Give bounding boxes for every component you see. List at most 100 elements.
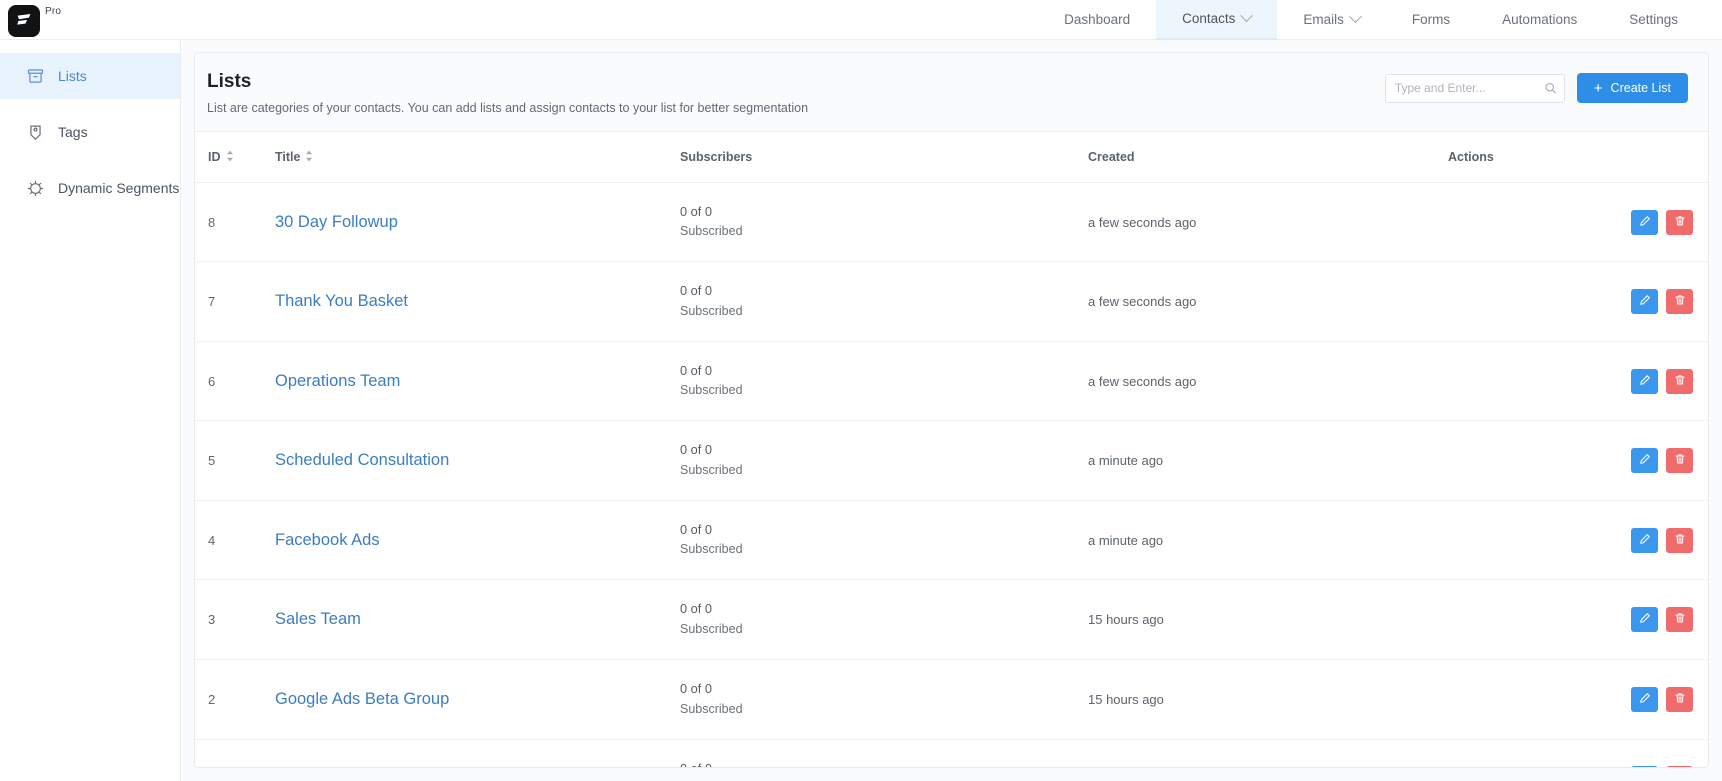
sidebar-item-lists[interactable]: Lists bbox=[0, 53, 180, 99]
cell-subscribers: 0 of 0Subscribed bbox=[680, 341, 1088, 422]
nav-item-emails[interactable]: Emails bbox=[1277, 0, 1386, 40]
create-list-button[interactable]: + Create List bbox=[1576, 73, 1688, 103]
chevron-down-icon bbox=[1240, 9, 1254, 23]
cell-id: 1 bbox=[195, 739, 275, 767]
page-title: Lists bbox=[207, 71, 252, 92]
column-header-id[interactable]: ID bbox=[195, 131, 275, 183]
list-title-link[interactable]: Sales Team bbox=[275, 610, 361, 628]
cell-actions bbox=[1448, 341, 1708, 422]
chevron-down-icon bbox=[1349, 10, 1362, 24]
edit-button[interactable] bbox=[1631, 766, 1658, 767]
nav-label-contacts: Contacts bbox=[1182, 11, 1236, 26]
table-row: 6 Operations Team 0 of 0 Subscribed a few se… bbox=[195, 341, 1708, 422]
tag-icon bbox=[26, 123, 45, 142]
delete-button[interactable] bbox=[1666, 289, 1693, 315]
cell-created: a few seconds ago bbox=[1088, 341, 1448, 422]
nav-item-settings[interactable]: Settings bbox=[1603, 0, 1704, 40]
archive-box-icon bbox=[26, 67, 45, 86]
list-title-link[interactable]: Facebook Ads bbox=[275, 531, 380, 549]
sidebar-label-dynamic-segments: Dynamic Segments bbox=[58, 180, 180, 196]
list-title-link[interactable]: 30 Day Followup bbox=[275, 213, 398, 231]
edit-button[interactable] bbox=[1631, 289, 1658, 315]
search-input[interactable] bbox=[1384, 73, 1565, 103]
top-navigation-bar: Pro Dashboard Contacts Emails Forms Auto… bbox=[0, 0, 1722, 40]
row-action-group bbox=[1631, 209, 1693, 235]
nav-label-settings: Settings bbox=[1629, 12, 1678, 27]
pencil-icon bbox=[1639, 453, 1651, 468]
subscribed-label: Subscribed bbox=[680, 462, 743, 477]
column-header-title[interactable]: Title bbox=[275, 131, 680, 183]
create-list-label: Create List bbox=[1610, 81, 1671, 95]
cell-created: 15 hours ago bbox=[1088, 579, 1448, 661]
delete-button[interactable] bbox=[1666, 766, 1693, 767]
created-timestamp: 15 hours ago bbox=[1088, 691, 1164, 707]
nav-item-automations[interactable]: Automations bbox=[1476, 0, 1603, 40]
table-row: 3 Sales Team 0 of 0 Subscribed 15 hours ago bbox=[195, 579, 1708, 661]
delete-button[interactable] bbox=[1666, 368, 1693, 394]
edit-button[interactable] bbox=[1631, 607, 1658, 633]
cell-id: 8 bbox=[195, 182, 275, 263]
created-timestamp: a minute ago bbox=[1088, 532, 1164, 548]
delete-button[interactable] bbox=[1666, 448, 1693, 474]
cell-created: 15 hours ago bbox=[1088, 739, 1448, 767]
table-row: 8 30 Day Followup 0 of 0 Subscribed a few se… bbox=[195, 182, 1708, 263]
brand-logo[interactable]: Pro bbox=[0, 3, 61, 37]
cell-subscribers: 0 of 0Subscribed bbox=[680, 182, 1088, 263]
row-action-group bbox=[1631, 368, 1693, 394]
plus-icon: + bbox=[1593, 79, 1603, 97]
column-header-actions: Actions bbox=[1448, 131, 1708, 183]
pencil-icon bbox=[1639, 294, 1651, 309]
search-icon[interactable] bbox=[1544, 82, 1557, 95]
subscriber-count: 0 of 0 bbox=[680, 681, 713, 697]
nav-item-dashboard[interactable]: Dashboard bbox=[1038, 0, 1156, 40]
cell-id: 6 bbox=[195, 341, 275, 422]
column-header-created: Created bbox=[1088, 131, 1448, 183]
delete-button[interactable] bbox=[1666, 527, 1693, 553]
nav-label-emails: Emails bbox=[1303, 12, 1344, 27]
subscriber-count: 0 of 0 bbox=[680, 521, 713, 537]
list-title-link[interactable]: Scheduled Consultation bbox=[275, 451, 449, 469]
row-action-group bbox=[1631, 527, 1693, 553]
cell-title: Thank You Basket bbox=[275, 261, 680, 342]
row-id: 7 bbox=[208, 294, 216, 310]
cell-subscribers: 0 of 0Subscribed bbox=[680, 261, 1088, 342]
pencil-icon bbox=[1639, 692, 1651, 707]
table-row: 1Google Ads Alpha Group0 of 0Subscribed1… bbox=[195, 739, 1708, 767]
cell-subscribers: 0 of 0Subscribed bbox=[680, 739, 1088, 767]
pencil-icon bbox=[1639, 612, 1651, 627]
cell-actions bbox=[1448, 739, 1708, 767]
delete-button[interactable] bbox=[1666, 686, 1693, 712]
list-title-link[interactable]: Thank You Basket bbox=[275, 292, 408, 310]
nav-item-forms[interactable]: Forms bbox=[1386, 0, 1476, 40]
nav-label-dashboard: Dashboard bbox=[1064, 12, 1131, 27]
sidebar-label-lists: Lists bbox=[58, 68, 87, 84]
sidebar-item-tags[interactable]: Tags bbox=[0, 109, 180, 155]
table-row: 2 Google Ads Beta Group 0 of 0 Subscribed 15… bbox=[195, 659, 1708, 740]
nav-label-forms: Forms bbox=[1411, 12, 1451, 27]
subscribed-label: Subscribed bbox=[680, 383, 743, 398]
column-label-subscribers: Subscribers bbox=[680, 150, 753, 165]
cell-id: 2 bbox=[195, 659, 275, 740]
edit-button[interactable] bbox=[1631, 686, 1658, 712]
list-title-link[interactable]: Google Ads Beta Group bbox=[275, 690, 449, 708]
nav-item-contacts[interactable]: Contacts bbox=[1156, 0, 1278, 40]
cell-title: Scheduled Consultation bbox=[275, 420, 680, 501]
row-action-group bbox=[1631, 607, 1693, 633]
cell-actions bbox=[1448, 182, 1708, 263]
edit-button[interactable] bbox=[1631, 527, 1658, 553]
lists-card: Lists List are categories of your contac… bbox=[194, 52, 1709, 768]
cell-id: 3 bbox=[195, 579, 275, 661]
row-id: 2 bbox=[208, 691, 216, 707]
delete-button[interactable] bbox=[1666, 209, 1693, 235]
created-timestamp: a few seconds ago bbox=[1088, 373, 1197, 389]
sidebar-item-dynamic-segments[interactable]: Dynamic Segments bbox=[0, 165, 180, 211]
pencil-icon bbox=[1639, 533, 1651, 548]
list-title-link[interactable]: Operations Team bbox=[275, 372, 400, 390]
edit-button[interactable] bbox=[1631, 209, 1658, 235]
row-id: 5 bbox=[208, 453, 216, 469]
cell-actions bbox=[1448, 659, 1708, 740]
subscribed-label: Subscribed bbox=[680, 542, 743, 557]
delete-button[interactable] bbox=[1666, 607, 1693, 633]
edit-button[interactable] bbox=[1631, 448, 1658, 474]
edit-button[interactable] bbox=[1631, 368, 1658, 394]
